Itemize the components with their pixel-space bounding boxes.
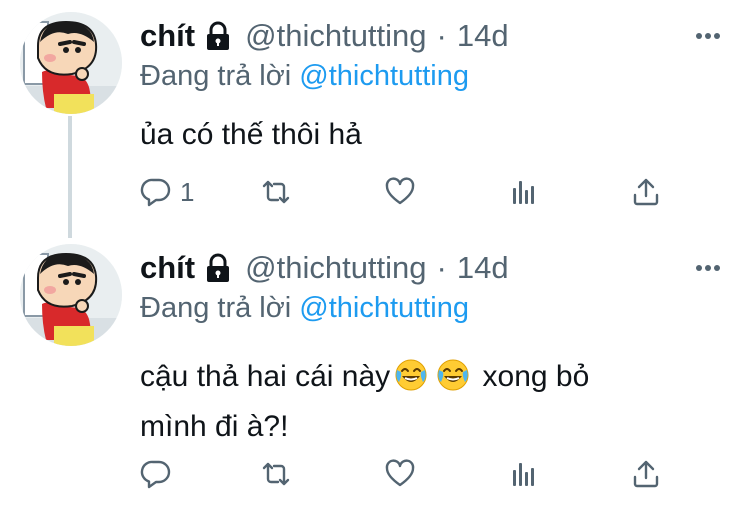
analytics-icon xyxy=(508,176,540,208)
share-button[interactable] xyxy=(630,454,662,494)
tweet-text: cậu thả hai cái này xong bỏ mình đi à?! xyxy=(140,352,589,452)
analytics-button[interactable] xyxy=(508,454,540,494)
replying-to-mention[interactable]: @thichtutting xyxy=(299,292,469,324)
tweet-actions xyxy=(140,454,680,494)
reply-count: 1 xyxy=(180,176,195,207)
replying-to: Đang trả lời @thichtutting xyxy=(140,292,469,325)
tweet[interactable]: chít @thichtutting · 14d Đang trả lời @t… xyxy=(0,232,750,510)
retweet-icon xyxy=(260,458,292,490)
like-icon xyxy=(384,458,416,490)
tweet-text-part-1: cậu thả hai cái này xyxy=(140,360,391,393)
share-icon xyxy=(630,458,662,490)
like-icon xyxy=(384,176,416,208)
replying-to: Đang trả lời @thichtutting xyxy=(140,60,469,93)
author-name[interactable]: chít xyxy=(140,250,195,286)
tweet-text: ủa có thế thôi hả xyxy=(140,118,362,151)
tweet-text-line-1: cậu thả hai cái này xong bỏ xyxy=(140,352,589,402)
retweet-button[interactable] xyxy=(260,172,292,212)
tweet-text-line-2: mình đi à?! xyxy=(140,410,289,443)
separator-dot: · xyxy=(436,18,447,53)
avatar[interactable] xyxy=(20,244,122,346)
reply-icon xyxy=(140,176,172,208)
replying-to-mention[interactable]: @thichtutting xyxy=(299,60,469,92)
separator-dot: · xyxy=(436,250,447,285)
laughing-crying-emoji-icon xyxy=(436,358,470,392)
analytics-icon xyxy=(508,458,540,490)
laughing-crying-emoji-icon xyxy=(394,358,428,392)
replying-to-prefix: Đang trả lời xyxy=(140,292,292,324)
share-icon xyxy=(630,176,662,208)
tweet-header: chít @thichtutting · 14d xyxy=(140,16,509,56)
reply-icon xyxy=(140,458,172,490)
like-button[interactable] xyxy=(384,454,416,494)
like-button[interactable] xyxy=(384,172,416,212)
author-name[interactable]: chít xyxy=(140,18,195,54)
lock-icon xyxy=(205,253,231,283)
tweet-text-part-2: xong bỏ xyxy=(482,360,590,393)
tweet-header: chít @thichtutting · 14d xyxy=(140,248,509,288)
retweet-icon xyxy=(260,176,292,208)
avatar[interactable] xyxy=(20,12,122,114)
share-button[interactable] xyxy=(630,172,662,212)
thread-connector-line xyxy=(68,116,72,238)
replying-to-prefix: Đang trả lời xyxy=(140,60,292,92)
analytics-button[interactable] xyxy=(508,172,540,212)
reply-button[interactable]: 1 xyxy=(140,172,194,212)
more-icon[interactable] xyxy=(694,24,722,48)
author-handle[interactable]: @thichtutting xyxy=(245,250,426,286)
reply-button[interactable] xyxy=(140,454,172,494)
more-icon[interactable] xyxy=(694,256,722,280)
retweet-button[interactable] xyxy=(260,454,292,494)
tweet-timestamp[interactable]: 14d xyxy=(457,18,509,54)
tweet[interactable]: chít @thichtutting · 14d Đang trả lời @t… xyxy=(0,0,750,238)
lock-icon xyxy=(205,21,231,51)
tweet-actions: 1 xyxy=(140,172,680,212)
author-handle[interactable]: @thichtutting xyxy=(245,18,426,54)
tweet-timestamp[interactable]: 14d xyxy=(457,250,509,286)
